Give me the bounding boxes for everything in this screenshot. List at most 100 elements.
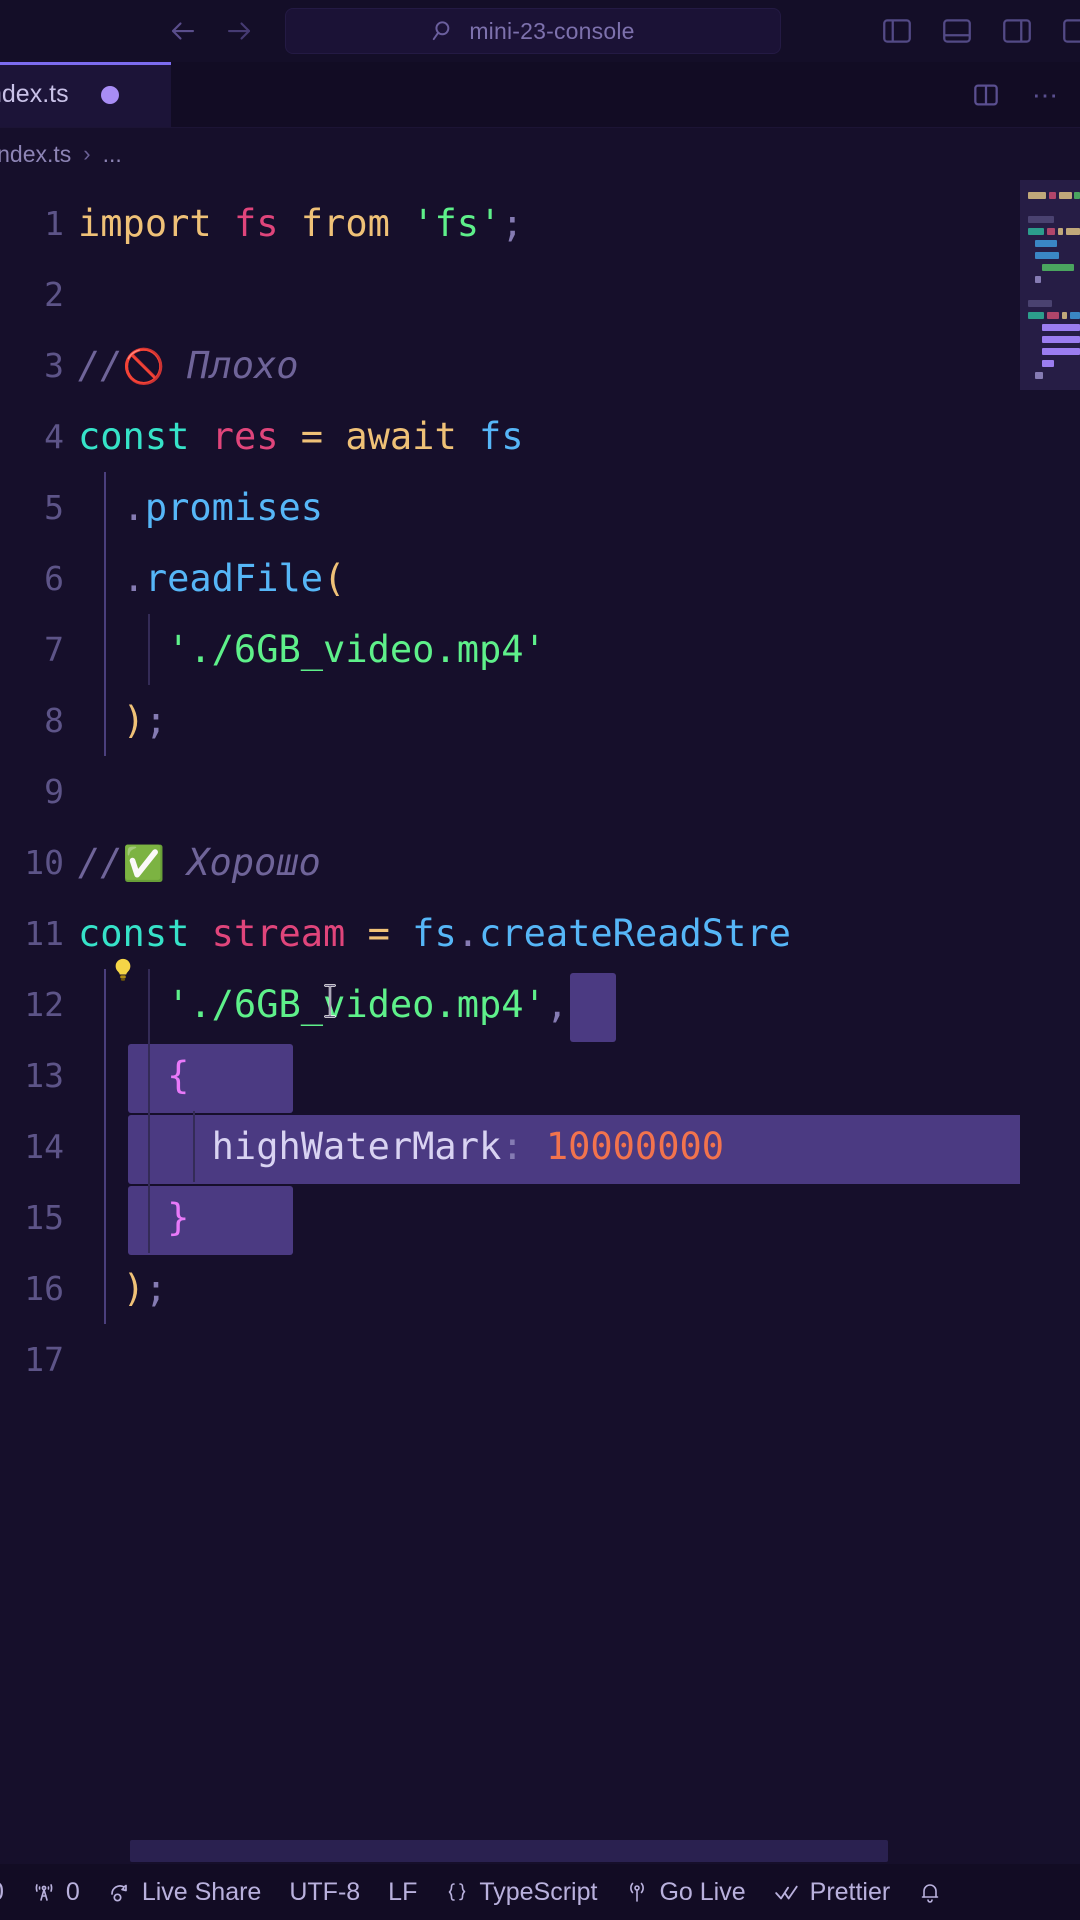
bell-icon — [918, 1880, 942, 1904]
indent-guide — [104, 1253, 106, 1324]
code-line[interactable]: 5 .promises — [0, 472, 1080, 543]
radio-tower-icon — [32, 1880, 56, 1904]
statusbar-radio-tower[interactable]: 0 — [18, 1864, 94, 1920]
code-line[interactable]: 12 './6GB_video.mp4', — [0, 958, 1080, 1040]
split-editor-icon[interactable] — [970, 79, 1002, 111]
statusbar-label: TypeScript — [479, 1877, 598, 1906]
layout-panel-bottom-icon[interactable] — [940, 14, 974, 48]
broadcast-icon — [625, 1880, 649, 1904]
statusbar-label: 0 — [65, 1877, 80, 1906]
code-text: } — [167, 1196, 190, 1239]
layout-sidebar-right-icon[interactable] — [1000, 14, 1034, 48]
code-editor[interactable]: 1 import fs from 'fs'; 2 3 //🚫 Плохо 4 const r… — [0, 180, 1080, 1864]
line-number: 5 — [44, 488, 64, 527]
code-line[interactable]: 9 — [0, 756, 1080, 827]
code-line[interactable]: 14 highWaterMark: 10000000 — [0, 1111, 1080, 1182]
statusbar-label: 0 — [0, 1878, 4, 1907]
statusbar-live-share[interactable]: Live Share — [94, 1864, 276, 1920]
code-lines: 1 import fs from 'fs'; 2 3 //🚫 Плохо 4 const r… — [0, 180, 1080, 1395]
code-text: const stream = fs.createReadStre — [78, 912, 791, 955]
indent-guide — [148, 1111, 151, 1182]
code-text: ); — [122, 699, 168, 742]
indent-guide — [104, 472, 106, 543]
editor-tab-bar: ndex.ts ⋯ — [0, 62, 1080, 128]
line-number: 16 — [24, 1269, 64, 1308]
line-number: 17 — [24, 1340, 64, 1379]
ellipsis-icon[interactable]: ⋯ — [1032, 82, 1058, 108]
code-text: //🚫 Плохо — [78, 344, 299, 387]
code-line[interactable]: 4 const res = await fs — [0, 401, 1080, 472]
line-number: 7 — [44, 630, 64, 669]
statusbar-problems-count[interactable]: 0 — [0, 1864, 18, 1920]
indent-guide — [104, 1111, 106, 1182]
code-line[interactable]: 15 } — [0, 1182, 1080, 1253]
code-text: .promises — [122, 486, 324, 529]
indent-guide — [148, 1182, 151, 1253]
line-number: 1 — [44, 204, 64, 243]
customize-layout-icon[interactable] — [1060, 14, 1080, 48]
check-check-icon — [774, 1879, 800, 1905]
code-line[interactable]: 16 ); — [0, 1253, 1080, 1324]
title-bar: mini-23-console — [0, 0, 1080, 62]
code-line[interactable]: 10 //✅ Хорошо — [0, 827, 1080, 898]
breadcrumb: index.ts › ... — [0, 128, 1080, 180]
line-number: 6 — [44, 559, 64, 598]
lightbulb-icon[interactable] — [108, 955, 138, 985]
code-line[interactable]: 7 './6GB_video.mp4' — [0, 614, 1080, 685]
statusbar-go-live[interactable]: Go Live — [611, 1864, 759, 1920]
back-arrow-icon[interactable] — [168, 16, 198, 46]
statusbar-language-mode[interactable]: TypeScript — [431, 1864, 611, 1920]
statusbar-notifications[interactable] — [904, 1864, 956, 1920]
indent-guide — [148, 969, 151, 1040]
titlebar-actions — [880, 0, 1080, 62]
status-bar: 0 0 Live Share UTF-8 LF TypeScript Go Live Pret… — [0, 1864, 1080, 1920]
statusbar-label: UTF-8 — [289, 1877, 361, 1906]
breadcrumb-item-symbol[interactable]: ... — [103, 141, 122, 168]
line-number: 4 — [44, 417, 64, 456]
code-text: ); — [122, 1267, 168, 1310]
line-number: 2 — [44, 275, 64, 314]
indent-guide — [148, 614, 151, 685]
tab-dirty-indicator[interactable] — [100, 85, 119, 104]
code-line[interactable]: 1 import fs from 'fs'; — [0, 188, 1080, 259]
forward-arrow-icon[interactable] — [224, 16, 254, 46]
indent-guide — [104, 685, 106, 756]
indent-guide — [192, 1111, 195, 1182]
code-text: const res = await fs — [78, 415, 524, 458]
code-line[interactable]: 3 //🚫 Плохо — [0, 330, 1080, 401]
breadcrumb-item-file[interactable]: index.ts — [0, 141, 71, 168]
layout-sidebar-left-icon[interactable] — [880, 14, 914, 48]
code-line[interactable]: 11 const stream = fs.createReadStre — [0, 898, 1080, 969]
search-text: mini-23-console — [469, 17, 635, 44]
code-text: //✅ Хорошо — [78, 841, 321, 884]
statusbar-prettier[interactable]: Prettier — [760, 1864, 905, 1920]
code-line[interactable]: 13 { — [0, 1040, 1080, 1111]
code-line[interactable]: 8 ); — [0, 685, 1080, 756]
line-number: 10 — [24, 843, 64, 882]
editor-actions: ⋯ — [970, 62, 1058, 128]
indent-guide — [104, 614, 106, 685]
line-number: 8 — [44, 701, 64, 740]
comment-emoji-icon: 🚫 — [122, 347, 165, 387]
vscode-window: mini-23-console ndex.ts ⋯ — [0, 0, 1080, 1920]
horizontal-scrollbar-thumb[interactable] — [130, 1840, 888, 1862]
line-number: 13 — [24, 1056, 64, 1095]
code-line[interactable]: 6 .readFile( — [0, 543, 1080, 614]
indent-guide — [104, 1040, 106, 1111]
line-number: 12 — [24, 985, 64, 1024]
line-number: 9 — [44, 772, 64, 811]
braces-icon — [445, 1880, 469, 1904]
code-text: './6GB_video.mp4' — [167, 628, 546, 671]
indent-guide — [104, 1182, 106, 1253]
tab-label: ndex.ts — [0, 80, 69, 108]
horizontal-scrollbar[interactable] — [0, 1838, 1080, 1864]
code-line[interactable]: 2 — [0, 259, 1080, 330]
statusbar-eol[interactable]: LF — [374, 1864, 431, 1920]
editor-tab-index-ts[interactable]: ndex.ts — [0, 62, 171, 127]
statusbar-encoding[interactable]: UTF-8 — [275, 1864, 374, 1920]
statusbar-label: Live Share — [141, 1877, 262, 1906]
indent-guide — [104, 969, 106, 1040]
command-center-search[interactable]: mini-23-console — [285, 8, 781, 54]
code-line[interactable]: 17 — [0, 1324, 1080, 1395]
statusbar-label: LF — [388, 1877, 418, 1906]
